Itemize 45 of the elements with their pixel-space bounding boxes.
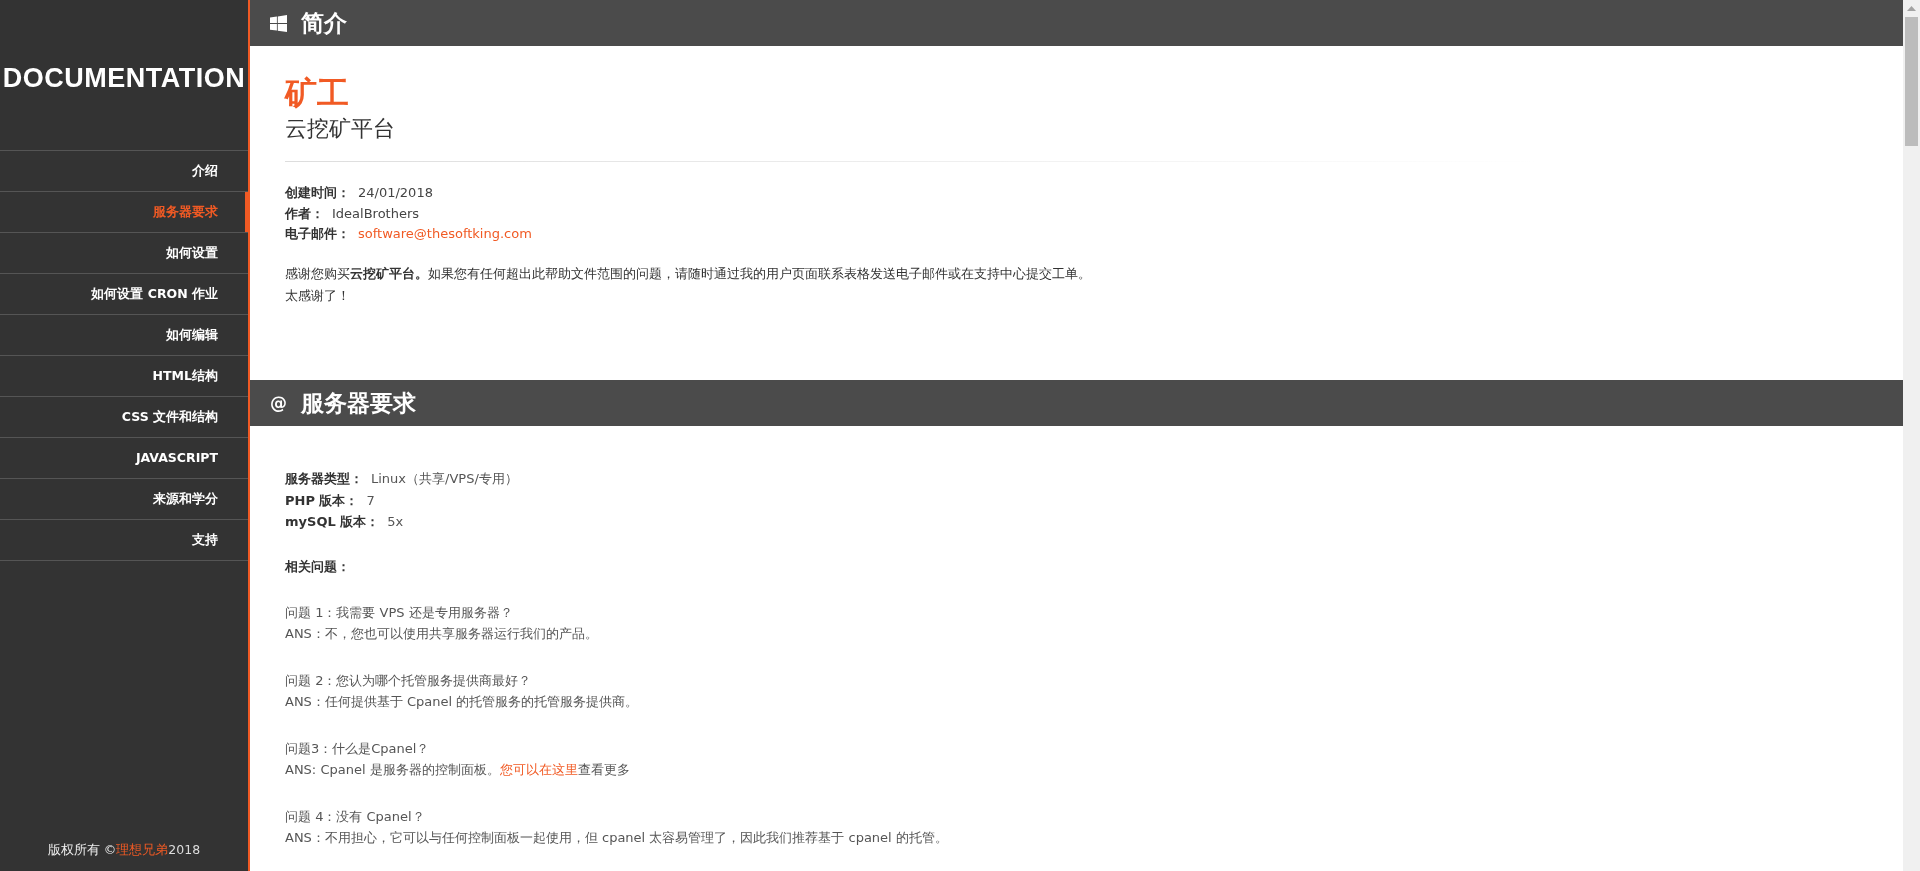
section-title: 服务器要求 [301,388,416,418]
link[interactable]: 您可以在这里 [499,762,578,777]
section-title: 简介 [301,8,347,38]
question-text: 问题 1：我需要 VPS 还是专用服务器？ [285,603,514,622]
sidebar-item[interactable]: 支持 [0,520,248,561]
scrollbar-thumb[interactable] [1905,17,1918,146]
scroll-up-arrow-icon[interactable] [1907,6,1916,11]
sidebar-item[interactable]: JAVASCRIPT [0,438,248,479]
sidebar-item[interactable]: 如何设置 CRON 作业 [0,274,248,315]
sidebar-item[interactable]: 介绍 [0,151,248,192]
scrollbar[interactable] [1903,0,1920,871]
meta-label: 电子邮件： [285,226,350,241]
sidebar-item[interactable]: CSS 文件和结构 [0,397,248,438]
meta-label: 作者： [285,205,324,221]
spec-value: 7 [366,492,375,508]
answer-text: ANS: Cpanel 是服务器的控制面板。您可以在这里查看更多 [285,761,631,779]
sidebar-item[interactable]: 服务器要求 [0,192,248,233]
at-sign-icon: @ [270,393,287,413]
spec-value: Linux（共享/VPS/专用） [371,471,518,486]
answer-text: ANS：不用担心，它可以与任何控制面板一起使用，但 cpanel 太容易管理了，因此我们推荐基于 cpanel 的托管。 [285,829,949,847]
sidebar-item[interactable]: 来源和学分 [0,479,248,520]
paragraph: 感谢您购买云挖矿平台。如果您有任何超出此帮助文件范围的问题，请随时通过我的用户页面联系表格发送电子邮件或在支持中心提交工单。 [285,264,1092,283]
answer-text: ANS：任何提供基于 Cpanel 的托管服务的托管服务提供商。 [285,693,640,711]
question-text: 问题 2：您认为哪个托管服务提供商最好？ [285,671,533,690]
related-questions-heading: 相关问题： [285,557,351,576]
sidebar-item[interactable]: HTML结构 [0,356,248,397]
meta-label: 创建时间： [285,185,350,200]
question-text: 问题3：什么是Cpanel？ [285,739,431,758]
link[interactable]: 理想兄弟 [116,842,169,857]
logo-text: DOCUMENTATION [2,60,246,95]
meta-value: 24/01/2018 [358,185,433,200]
spec-label: mySQL 版本： [285,514,380,529]
sidebar-item[interactable]: 如何编辑 [0,315,248,356]
question-text: 问题 4：没有 Cpanel？ [285,807,426,826]
copyright-text: 版权所有 ©理想兄弟2018 [47,842,201,857]
spec-value: 5x [387,514,404,529]
windows-logo-icon [270,14,287,32]
answer-text: ANS：不，您也可以使用共享服务器运行我们的产品。 [285,625,599,643]
spec-label: 服务器类型： [285,471,363,486]
product-title: 矿工 [285,74,350,112]
sidebar-item[interactable]: 如何设置 [0,233,248,274]
spec-label: PHP 版本： [285,492,359,508]
product-subtitle: 云挖矿平台 [285,115,396,143]
paragraph: 太感谢了！ [285,286,351,305]
meta-value: IdealBrothers [332,205,420,221]
